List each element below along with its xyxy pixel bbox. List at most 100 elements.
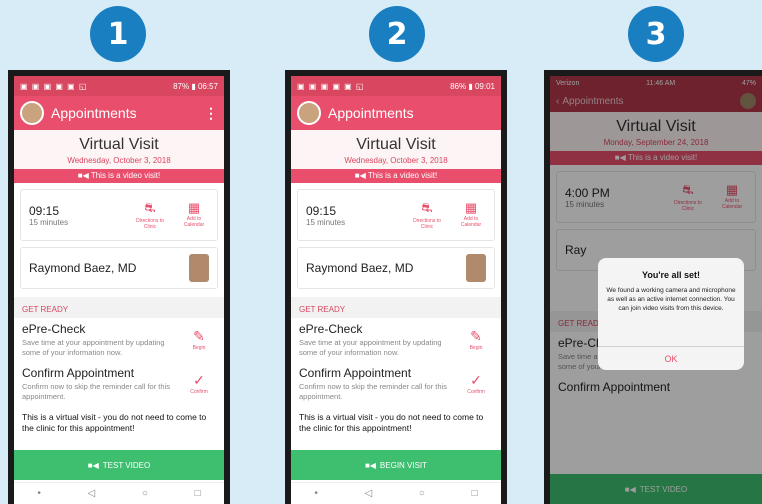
directions-icon: ⛐ <box>421 200 433 215</box>
step-3-badge: 3 <box>628 6 684 62</box>
get-ready-header: GET READY <box>291 297 501 318</box>
precheck-task[interactable]: ePre-Check Save time at your appointment… <box>291 318 501 362</box>
visit-date: Wednesday, October 3, 2018 <box>344 156 448 165</box>
directions-button[interactable]: ⛐ Directions to Clinic <box>412 200 442 230</box>
home-icon[interactable]: ○ <box>419 488 425 499</box>
directions-icon: ⛐ <box>144 200 156 215</box>
begin-precheck-button[interactable]: ✎Begin <box>182 322 216 358</box>
confirm-title: Confirm Appointment <box>22 366 135 380</box>
video-camera-icon: ■◀ <box>87 460 99 470</box>
virtual-visit-note: This is a virtual visit - you do not nee… <box>299 412 484 433</box>
edit-icon: ✎ <box>193 328 205 344</box>
recent-apps-icon[interactable]: □ <box>472 488 478 499</box>
virtual-visit-note: This is a virtual visit - you do not nee… <box>22 412 207 433</box>
dialog-title: You're all set! <box>642 270 700 280</box>
precheck-task[interactable]: ePre-Check Save time at your appointment… <box>14 318 224 362</box>
app-bar: Appointments <box>291 96 501 130</box>
confirm-label: Confirm <box>190 389 208 395</box>
confirm-appointment-button[interactable]: ✓ Confirm <box>182 366 216 402</box>
precheck-title: ePre-Check <box>22 322 86 336</box>
appointment-time-card: 09:15 15 minutes ⛐ Directions to Clinic ▦… <box>20 189 218 241</box>
directions-button[interactable]: ⛐ Directions to Clinic <box>135 200 165 230</box>
back-icon[interactable]: ◁ <box>88 488 96 499</box>
confirm-label: Confirm <box>467 389 485 395</box>
step-1-badge: 1 <box>90 6 146 62</box>
ready-dialog: You're all set! We found a working camer… <box>598 258 744 370</box>
nav-dot-icon: • <box>37 488 41 499</box>
video-camera-icon: ■◀ <box>364 460 376 470</box>
appointment-duration: 15 minutes <box>306 217 346 227</box>
directions-label: Directions to Clinic <box>413 218 441 230</box>
avatar[interactable] <box>20 101 44 125</box>
app-title: Appointments <box>328 105 414 121</box>
doctor-card[interactable]: Raymond Baez, MD <box>20 247 218 289</box>
confirm-task[interactable]: Confirm Appointment Confirm now to skip … <box>14 362 224 406</box>
status-battery-time: 86% ▮ 09:01 <box>450 81 495 91</box>
begin-visit-label: BEGIN VISIT <box>379 460 428 470</box>
back-icon[interactable]: ◁ <box>365 488 373 499</box>
test-video-label: TEST VIDEO <box>102 460 151 470</box>
video-banner-text: This is a video visit! <box>367 171 438 180</box>
check-icon: ✓ <box>193 372 205 388</box>
confirm-description: Confirm now to skip the reminder call fo… <box>22 382 170 401</box>
status-bar: ▣ ▣ ▣ ▣ ▣ ◱ 87% ▮ 06:57 <box>14 76 224 96</box>
begin-precheck-button[interactable]: ✎Begin <box>459 322 493 358</box>
precheck-title: ePre-Check <box>299 322 363 336</box>
step-2-badge: 2 <box>369 6 425 62</box>
status-bar: ▣ ▣ ▣ ▣ ▣ ◱ 86% ▮ 09:01 <box>291 76 501 96</box>
dialog-ok-button[interactable]: OK <box>598 346 744 370</box>
nav-dot-icon: • <box>314 488 318 499</box>
calendar-label: Add to Calendar <box>183 216 205 228</box>
doctor-photo <box>189 254 209 282</box>
status-icons: ▣ ▣ ▣ ▣ ▣ ◱ <box>297 81 365 91</box>
home-icon[interactable]: ○ <box>142 488 148 499</box>
app-bar: Appointments ⋮ <box>14 96 224 130</box>
status-icons: ▣ ▣ ▣ ▣ ▣ ◱ <box>20 81 88 91</box>
begin-visit-button[interactable]: ■◀ BEGIN VISIT <box>291 450 501 480</box>
begin-label: Begin <box>192 345 206 351</box>
appointment-time: 09:15 <box>306 203 337 218</box>
doctor-name: Raymond Baez, MD <box>306 261 414 275</box>
visit-header: Virtual Visit Wednesday, October 3, 2018 <box>14 130 224 169</box>
android-nav-bar: • ◁ ○ □ <box>14 482 224 504</box>
check-icon: ✓ <box>470 372 482 388</box>
appointment-time-card: 09:15 15 minutes ⛐ Directions to Clinic ▦… <box>297 189 495 241</box>
doctor-photo <box>466 254 486 282</box>
confirm-appointment-button[interactable]: ✓ Confirm <box>459 366 493 402</box>
precheck-description: Save time at your appointment by updatin… <box>299 338 442 357</box>
phone-screen-3: Verizon 11:46 AM 47% ‹ Appointments Virt… <box>544 70 762 504</box>
visit-date: Wednesday, October 3, 2018 <box>67 156 171 165</box>
android-nav-bar: • ◁ ○ □ <box>291 482 501 504</box>
status-battery-time: 87% ▮ 06:57 <box>173 81 218 91</box>
edit-icon: ✎ <box>470 328 482 344</box>
confirm-description: Confirm now to skip the reminder call fo… <box>299 382 447 401</box>
appointment-time: 09:15 <box>29 203 60 218</box>
video-visit-banner: ■◀ This is a video visit! <box>14 169 224 183</box>
precheck-description: Save time at your appointment by updatin… <box>22 338 165 357</box>
appointment-duration: 15 minutes <box>29 217 69 227</box>
calendar-icon: ▦ <box>187 200 201 215</box>
video-banner-text: This is a video visit! <box>90 171 161 180</box>
visit-header: Virtual Visit Wednesday, October 3, 2018 <box>291 130 501 169</box>
video-visit-banner: ■◀ This is a video visit! <box>291 169 501 183</box>
begin-label: Begin <box>469 345 483 351</box>
avatar[interactable] <box>297 101 321 125</box>
doctor-card[interactable]: Raymond Baez, MD <box>297 247 495 289</box>
calendar-label: Add to Calendar <box>460 216 482 228</box>
phone-screen-2: ▣ ▣ ▣ ▣ ▣ ◱ 86% ▮ 09:01 Appointments Vir… <box>285 70 507 504</box>
recent-apps-icon[interactable]: □ <box>195 488 201 499</box>
confirm-title: Confirm Appointment <box>299 366 412 380</box>
add-to-calendar-button[interactable]: ▦ Add to Calendar <box>179 200 209 230</box>
app-title: Appointments <box>51 105 137 121</box>
visit-title: Virtual Visit <box>356 136 436 153</box>
add-to-calendar-button[interactable]: ▦ Add to Calendar <box>456 200 486 230</box>
test-video-button[interactable]: ■◀ TEST VIDEO <box>14 450 224 480</box>
confirm-task[interactable]: Confirm Appointment Confirm now to skip … <box>291 362 501 406</box>
directions-label: Directions to Clinic <box>136 218 164 230</box>
phone-screen-1: ▣ ▣ ▣ ▣ ▣ ◱ 87% ▮ 06:57 Appointments ⋮ V… <box>8 70 230 504</box>
dialog-message: We found a working camera and microphone… <box>606 287 736 312</box>
get-ready-header: GET READY <box>14 297 224 318</box>
overflow-menu-icon[interactable]: ⋮ <box>204 105 218 122</box>
doctor-name: Raymond Baez, MD <box>29 261 137 275</box>
visit-title: Virtual Visit <box>79 136 159 153</box>
